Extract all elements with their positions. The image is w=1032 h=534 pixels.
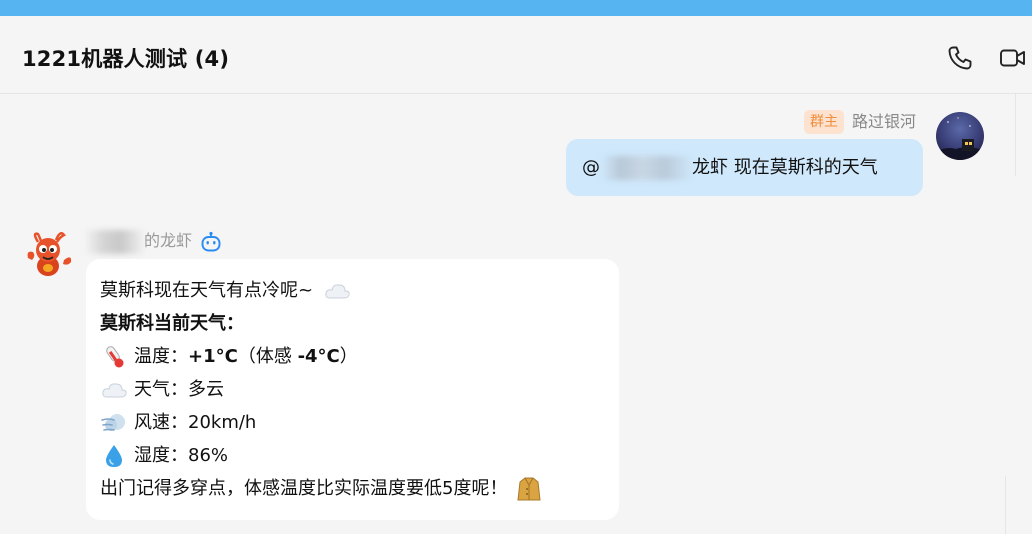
weather-heading-line: 莫斯科当前天气：: [100, 307, 605, 340]
side-panel-edge: [1015, 94, 1032, 176]
lobster-mascot-icon: [27, 232, 72, 276]
coat-icon: [517, 477, 541, 501]
incoming-message-bubble[interactable]: 莫斯科现在天气有点冷呢~ 莫斯科当前天气： 温度：+1°C（体感 -4°C） 天…: [86, 259, 619, 520]
cloud-icon: [325, 284, 350, 299]
chat-title: 1221机器人测试 (4): [22, 47, 230, 71]
cloud-icon: [102, 383, 127, 398]
weather-label: 天气：: [134, 379, 188, 400]
redacted-name: [603, 156, 691, 180]
humidity-line: 湿度：86%: [100, 439, 605, 472]
avatar[interactable]: [936, 112, 984, 160]
group-owner-badge: 群主: [804, 110, 844, 134]
wind-label: 风速：: [134, 412, 188, 433]
temperature-label: 温度：: [134, 346, 188, 367]
wind-value: 20km/h: [188, 412, 257, 433]
wind-speed-line: 风速：20km/h: [100, 406, 605, 439]
weather-value: 多云: [188, 379, 224, 400]
sender-name[interactable]: 路过银河: [852, 110, 916, 134]
message-intro-line: 莫斯科现在天气有点冷呢~: [100, 274, 605, 307]
weather-condition-line: 天气：多云: [100, 373, 605, 406]
bot-sender-name[interactable]: 的龙虾: [86, 229, 192, 254]
feels-like-close: ）: [339, 346, 358, 367]
closing-text: 出门记得多穿点，体感温度比实际温度要低5度呢！: [100, 478, 508, 499]
mention-prefix: @: [582, 157, 600, 178]
outgoing-message-text: 龙虾 现在莫斯科的天气: [692, 157, 878, 178]
phone-icon[interactable]: [946, 44, 974, 72]
chat-header: 1221机器人测试 (4): [0, 16, 1032, 94]
bot-avatar[interactable]: [24, 228, 76, 280]
feels-like-open: （体感: [237, 346, 298, 367]
humidity-label: 湿度：: [134, 445, 188, 466]
night-sky-avatar-image: [936, 112, 984, 160]
window-top-bar: [0, 0, 1032, 16]
intro-text: 莫斯科现在天气有点冷呢~: [100, 280, 314, 301]
robot-icon: [201, 231, 221, 252]
scrollbar-track[interactable]: [1005, 476, 1032, 534]
closing-line: 出门记得多穿点，体感温度比实际温度要低5度呢！: [100, 472, 605, 505]
weather-heading: 莫斯科当前天气：: [100, 313, 244, 334]
bot-sender-suffix: 的龙虾: [144, 231, 193, 250]
water-drop-icon: [106, 445, 122, 467]
outgoing-message-bubble[interactable]: @ 龙虾 现在莫斯科的天气: [566, 139, 923, 196]
redacted-name: [86, 229, 144, 254]
humidity-value: 86%: [188, 445, 229, 466]
video-camera-icon[interactable]: [998, 44, 1026, 72]
temperature-line: 温度：+1°C（体感 -4°C）: [100, 340, 605, 373]
thermometer-icon: [106, 346, 124, 368]
temperature-value: +1°C: [188, 346, 238, 367]
feels-like-value: -4°C: [297, 346, 340, 367]
wind-icon: [101, 414, 125, 431]
